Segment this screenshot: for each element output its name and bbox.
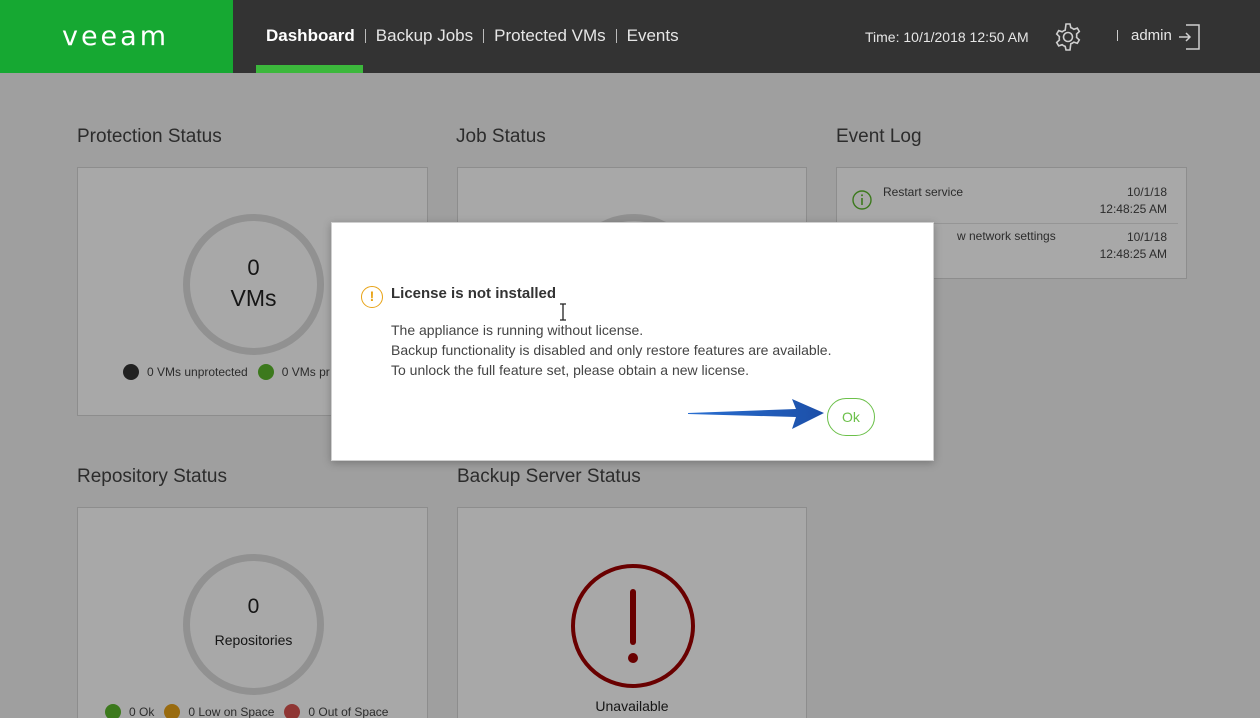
ok-button[interactable]: Ok [827,398,875,436]
active-tab-indicator [256,65,363,73]
nav-separator [364,29,366,43]
main-nav: Dashboard Backup Jobs Protected VMs Even… [266,24,679,48]
warning-icon: ! [361,286,383,308]
nav-events[interactable]: Events [627,26,679,46]
logo-text: veeam [61,21,170,52]
nav-dashboard[interactable]: Dashboard [266,26,355,46]
server-time: Time: 10/1/2018 12:50 AM [865,29,1029,45]
logout-icon[interactable] [1178,22,1202,52]
dialog-line: The appliance is running without license… [391,322,644,338]
dialog-message: The appliance is running without license… [391,320,831,380]
nav-separator [615,29,617,43]
header-separator [1117,30,1118,41]
dialog-line: To unlock the full feature set, please o… [391,362,749,378]
dialog-title: License is not installed [391,285,557,302]
gear-icon[interactable] [1053,22,1083,52]
text-cursor-icon [560,303,566,321]
veeam-logo: veeam [0,0,233,73]
nav-backup-jobs[interactable]: Backup Jobs [376,26,473,46]
arrow-annotation-icon [688,399,824,429]
dialog-line: Backup functionality is disabled and onl… [391,342,832,358]
user-name[interactable]: admin [1131,27,1172,44]
license-dialog: ! License is not installed The appliance… [331,222,934,461]
nav-protected-vms[interactable]: Protected VMs [494,26,606,46]
nav-separator [483,29,485,43]
top-bar: veeam Dashboard Backup Jobs Protected VM… [0,0,1260,73]
